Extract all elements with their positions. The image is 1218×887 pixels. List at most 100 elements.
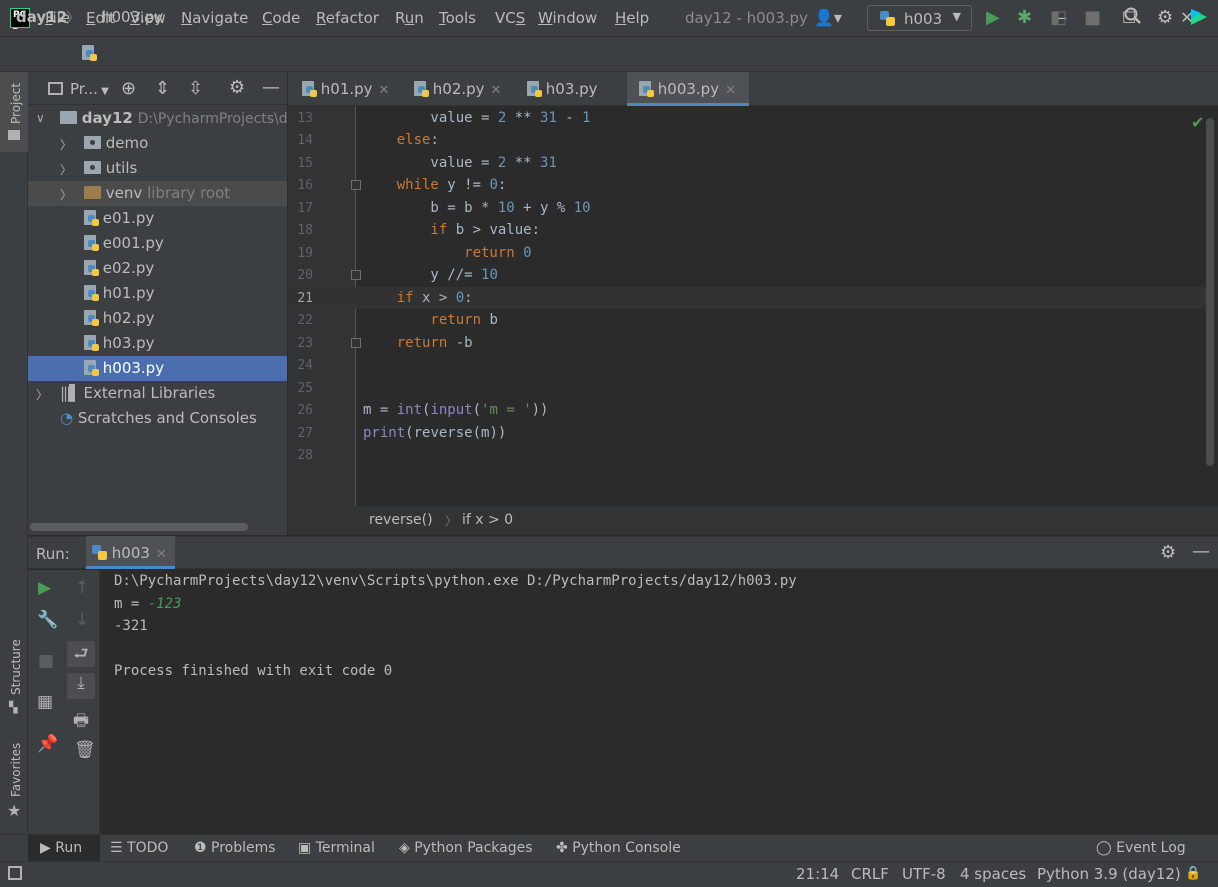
menu-refactor[interactable]: Refactor	[316, 9, 379, 27]
run-console[interactable]	[101, 570, 1218, 834]
chevron-right-icon: 〉	[60, 188, 73, 202]
line-separator[interactable]: CRLF	[851, 865, 889, 883]
clear-all-trash-icon[interactable]: 🗑	[74, 740, 96, 760]
tool-tab-problems[interactable]: ❶ Problems	[194, 840, 276, 856]
print-icon[interactable]: 🖶	[73, 708, 89, 737]
tab-h02[interactable]: h02.py ✕	[404, 72, 514, 106]
tree-item-h02[interactable]: h02.py	[28, 306, 287, 331]
tool-tab-todo[interactable]: ☰ TODO	[110, 840, 168, 856]
menu-vcs[interactable]: VCS	[495, 9, 525, 27]
breadcrumb-condition[interactable]: if x > 0	[462, 512, 513, 528]
tree-item-external-libraries[interactable]: 〉 |||▌ External Libraries	[28, 381, 287, 406]
stop-icon[interactable]: ■	[1084, 7, 1101, 28]
project-tool-label[interactable]: Project	[9, 83, 23, 124]
tree-item-venv[interactable]: 〉 venv library root	[28, 181, 287, 206]
run-configuration-dropdown[interactable]: h003 ▼	[867, 5, 972, 31]
lock-icon[interactable]: 🔒	[1185, 866, 1201, 881]
toggle-tool-windows-icon[interactable]	[8, 866, 22, 880]
breadcrumb-project[interactable]: day12	[16, 8, 67, 26]
tab-h01[interactable]: h01.py ✕	[292, 72, 402, 106]
tree-item-h003[interactable]: h003.py	[28, 356, 287, 381]
tab-h03[interactable]: h03.py	[517, 72, 627, 106]
fold-marker-icon[interactable]	[351, 338, 361, 348]
breadcrumb-function[interactable]: reverse()	[369, 512, 433, 528]
scroll-up-arrow-icon[interactable]: ↑	[75, 578, 89, 598]
run-with-coverage-icon[interactable]: ◧	[1050, 7, 1067, 28]
code-with-me-icon[interactable]	[1189, 7, 1209, 32]
navigation-bar	[0, 36, 1218, 72]
hide-run-panel-icon[interactable]: —	[1192, 541, 1210, 562]
stop-icon[interactable]: ■	[38, 651, 54, 671]
tool-tab-event-log[interactable]: ◯ Event Log	[1096, 840, 1186, 856]
tree-item-e01[interactable]: e01.py	[28, 206, 287, 231]
run-settings-gear-icon[interactable]: ⚙	[1160, 542, 1176, 563]
caret-position[interactable]: 21:14	[796, 865, 839, 883]
tree-item-demo[interactable]: 〉 demo	[28, 131, 287, 156]
breadcrumb-file[interactable]: h003.py	[102, 8, 163, 26]
run-tab-label: h003	[111, 544, 150, 562]
edit-configuration-wrench-icon[interactable]: 🔧	[37, 610, 58, 630]
menu-navigate[interactable]: Navigate	[181, 9, 248, 27]
select-opened-file-icon[interactable]: ⊕	[121, 78, 136, 99]
file-encoding[interactable]: UTF-8	[902, 865, 946, 883]
tree-item-root[interactable]: ∨ day12 D:\PycharmProjects\day12	[28, 106, 287, 131]
project-view-selector[interactable]: Pr... ▼	[70, 80, 109, 98]
no-problems-check-icon[interactable]: ✔	[1191, 113, 1204, 132]
tree-item-h01[interactable]: h01.py	[28, 281, 287, 306]
tool-tab-run[interactable]: ▶ Run	[40, 840, 82, 856]
tree-item-scratches[interactable]: ◔ Scratches and Consoles	[28, 406, 287, 431]
favorites-tool-label[interactable]: Favorites	[9, 743, 23, 797]
user-account-icon[interactable]: 👤▾	[814, 8, 842, 27]
scroll-to-end-icon[interactable]: ⤓	[67, 673, 95, 699]
close-tab-icon[interactable]: ✕	[491, 83, 502, 98]
tab-h003[interactable]: h003.py ✕	[627, 72, 749, 106]
tree-item-h03[interactable]: h03.py	[28, 331, 287, 356]
editor-vertical-scrollbar[interactable]	[1206, 118, 1214, 466]
fold-marker-icon[interactable]	[351, 270, 361, 280]
tree-item-utils[interactable]: 〉 utils	[28, 156, 287, 181]
console-command-line: D:\PycharmProjects\day12\venv\Scripts\py…	[114, 573, 797, 589]
rerun-icon[interactable]: ▶	[38, 578, 51, 598]
close-tab-icon[interactable]: ✕	[156, 547, 167, 562]
menu-window[interactable]: Window	[538, 9, 597, 27]
close-tab-icon[interactable]: ✕	[725, 83, 736, 98]
python-file-icon	[84, 260, 99, 276]
soft-wrap-icon[interactable]: ⮐	[67, 641, 95, 667]
window-title: day12 - h003.py	[685, 9, 808, 27]
expand-all-icon[interactable]: ⇕	[155, 78, 170, 99]
search-icon[interactable]	[1124, 7, 1142, 30]
star-icon: ★	[7, 801, 22, 820]
tree-item-e02[interactable]: e02.py	[28, 256, 287, 281]
structure-tool-label[interactable]: Structure	[9, 639, 23, 695]
tool-tab-python-packages[interactable]: ◈ Python Packages	[399, 840, 533, 856]
code-token: m =	[363, 402, 397, 418]
hide-panel-icon[interactable]: —	[262, 77, 280, 98]
menu-help[interactable]: Help	[615, 9, 649, 27]
run-tab-h003[interactable]: h003 ✕	[86, 536, 175, 569]
chevron-right-icon: 〉	[36, 388, 49, 402]
restore-layout-icon[interactable]: ▦	[37, 692, 53, 712]
debug-bug-icon[interactable]: ✱	[1017, 7, 1032, 28]
close-tab-icon[interactable]: ✕	[379, 83, 390, 98]
indent-setting[interactable]: 4 spaces	[960, 865, 1026, 883]
run-icon[interactable]: ▶	[986, 7, 1000, 28]
line-number: 13	[297, 111, 313, 126]
menu-code[interactable]: Code	[262, 9, 300, 27]
pin-tab-icon[interactable]: 📌	[37, 734, 58, 754]
panel-settings-gear-icon[interactable]: ⚙	[229, 77, 245, 98]
tool-tab-terminal[interactable]: ▣ Terminal	[298, 840, 375, 856]
python-interpreter[interactable]: Python 3.9 (day12)	[1037, 865, 1181, 883]
tool-tab-python-console[interactable]: ✤ Python Console	[556, 840, 681, 856]
fold-marker-icon[interactable]	[351, 180, 361, 190]
scroll-down-arrow-icon[interactable]: ↓	[75, 610, 89, 630]
project-horizontal-scrollbar[interactable]	[30, 523, 248, 531]
menu-tools[interactable]: Tools	[439, 9, 476, 27]
settings-gear-icon[interactable]: ⚙	[1157, 7, 1173, 28]
collapse-all-icon[interactable]: ⇳	[188, 78, 203, 99]
python-file-icon	[84, 235, 99, 251]
code-token: while	[363, 177, 439, 193]
breadcrumb-separator-icon: 〉	[66, 9, 82, 27]
menu-run[interactable]: Run	[395, 9, 424, 27]
tree-item-e001[interactable]: e001.py	[28, 231, 287, 256]
code-token: (	[472, 402, 482, 418]
